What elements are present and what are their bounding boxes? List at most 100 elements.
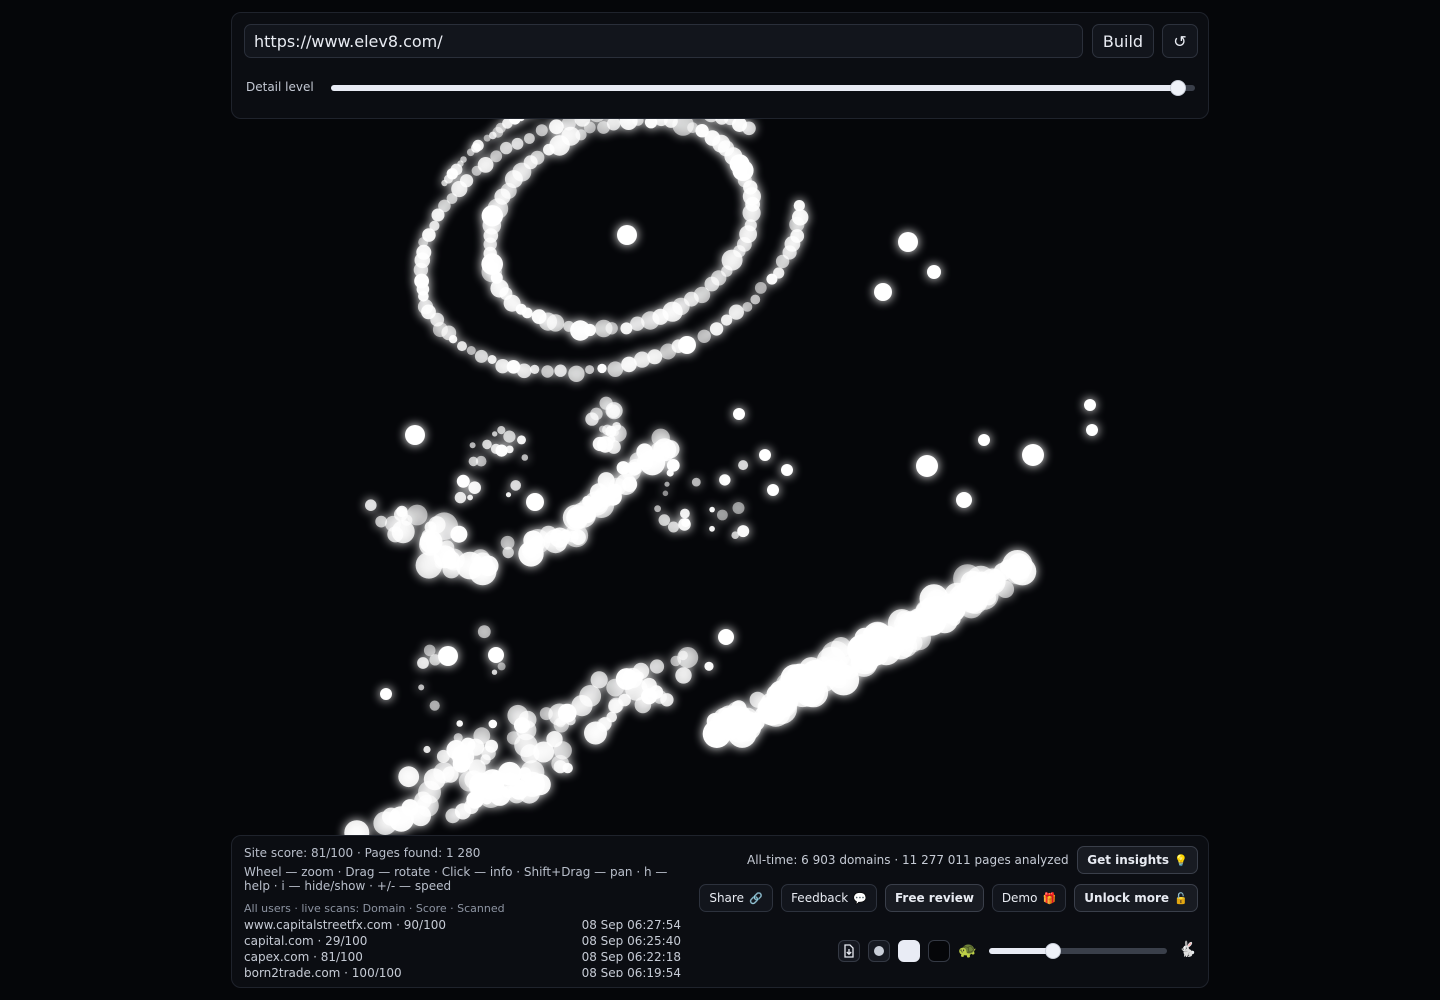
particle	[488, 647, 504, 663]
particle	[1008, 557, 1037, 586]
controls-help: Wheel — zoom · Drag — rotate · Click — i…	[244, 865, 668, 893]
particle	[767, 484, 779, 496]
particle	[927, 265, 941, 279]
particle	[467, 494, 473, 501]
url-input[interactable]	[244, 24, 1083, 58]
particle	[398, 766, 420, 788]
link-icon: 🔗	[748, 891, 763, 905]
particle	[759, 449, 771, 461]
particle	[978, 434, 990, 446]
particle	[380, 688, 392, 700]
detail-level-label: Detail level	[246, 80, 314, 94]
particle	[491, 770, 501, 780]
detail-level-slider[interactable]	[331, 80, 1195, 96]
particle	[606, 117, 621, 131]
dot-icon	[874, 946, 884, 956]
unlock-more-button[interactable]: Unlock more 🔓	[1074, 884, 1198, 912]
particle	[1086, 424, 1098, 436]
particle	[732, 502, 745, 514]
detail-level-handle[interactable]	[1169, 80, 1186, 96]
list-item[interactable]: capex.com · 81/100 08 Sep 06:22:18	[244, 949, 681, 965]
particle	[477, 625, 491, 639]
particle	[417, 299, 434, 315]
url-toolbar: Build ↺ Detail level	[231, 12, 1209, 119]
get-insights-button[interactable]: Get insights 💡	[1077, 846, 1198, 874]
particle	[554, 364, 567, 377]
particle	[469, 442, 476, 449]
particle	[502, 785, 515, 799]
particle	[585, 365, 595, 375]
particle	[709, 525, 715, 532]
particle	[497, 662, 506, 671]
particle	[732, 159, 754, 181]
particle	[668, 521, 679, 533]
live-scans-list: www.capitalstreetfx.com · 90/100 08 Sep …	[244, 917, 681, 977]
light-theme-button[interactable]	[898, 940, 920, 962]
particle	[417, 657, 429, 669]
particle	[477, 555, 499, 577]
feed-time: 08 Sep 06:22:18	[581, 950, 681, 964]
free-review-button[interactable]: Free review	[885, 884, 984, 912]
particle	[704, 661, 714, 671]
particle	[549, 527, 570, 548]
particle	[405, 425, 425, 445]
particle	[500, 535, 515, 550]
particle	[750, 294, 761, 305]
feed-time: 08 Sep 06:25:40	[581, 934, 681, 948]
particle	[452, 754, 471, 773]
unlock-icon: 🔓	[1174, 891, 1188, 905]
list-item[interactable]: capital.com · 29/100 08 Sep 06:25:40	[244, 933, 681, 949]
particle	[1084, 399, 1096, 411]
particle	[874, 283, 892, 301]
speed-handle[interactable]	[1045, 943, 1062, 959]
demo-label: Demo	[1001, 891, 1038, 905]
particle	[715, 713, 735, 733]
particle	[780, 664, 810, 694]
particle	[641, 688, 658, 705]
particle	[691, 477, 701, 487]
particle	[822, 664, 837, 679]
particle	[570, 502, 597, 528]
particle	[460, 174, 474, 188]
particle	[830, 637, 852, 658]
particle	[438, 646, 458, 666]
particle	[675, 667, 692, 684]
feed-domain: capex.com · 81/100	[244, 950, 363, 964]
feedback-label: Feedback	[791, 891, 849, 905]
particle	[666, 459, 680, 472]
particle	[913, 618, 933, 638]
particle	[575, 129, 587, 141]
particle	[605, 402, 623, 420]
particle	[480, 754, 491, 765]
particle	[658, 514, 671, 526]
particle	[641, 311, 660, 330]
particle	[491, 669, 498, 675]
demo-button[interactable]: Demo 🎁	[992, 884, 1066, 912]
point-style-button[interactable]	[868, 940, 890, 962]
particle	[396, 505, 408, 518]
reset-button[interactable]: ↺	[1162, 24, 1198, 58]
particle	[764, 700, 785, 721]
insights-label: Get insights	[1087, 853, 1170, 867]
particle	[718, 629, 734, 645]
particle	[670, 655, 682, 667]
speed-slider[interactable]	[989, 943, 1167, 959]
particle	[956, 492, 972, 508]
build-button[interactable]: Build	[1092, 24, 1154, 58]
share-button[interactable]: Share 🔗	[699, 884, 773, 912]
particle	[385, 515, 401, 532]
particle	[620, 322, 633, 335]
particle	[445, 808, 461, 824]
export-button[interactable]	[838, 940, 860, 962]
particle	[456, 720, 464, 727]
particle	[495, 444, 508, 457]
list-item[interactable]: www.capitalstreetfx.com · 90/100 08 Sep …	[244, 917, 681, 933]
particle	[570, 529, 586, 546]
feed-domain: born2trade.com · 100/100	[244, 966, 402, 977]
particle	[406, 504, 428, 526]
feedback-button[interactable]: Feedback 💬	[781, 884, 877, 912]
particle	[553, 760, 567, 774]
dark-theme-button[interactable]	[928, 940, 950, 962]
list-item[interactable]: born2trade.com · 100/100 08 Sep 06:19:54	[244, 965, 681, 977]
particle	[495, 359, 510, 374]
